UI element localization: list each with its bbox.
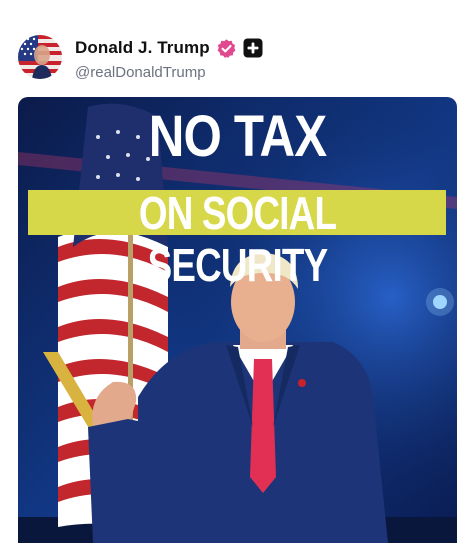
verified-badge-icon [216, 38, 237, 59]
post-header: Donald J. Trump @realDonaldTrump [18, 34, 458, 84]
author-info: Donald J. Trump @realDonaldTrump [75, 37, 263, 81]
headline-line-1: NO TAX [148, 104, 327, 169]
headline-line-2: ON SOCIAL SECURITY [138, 187, 337, 291]
author-handle[interactable]: @realDonaldTrump [75, 64, 263, 81]
author-avatar[interactable] [18, 35, 62, 79]
author-display-name[interactable]: Donald J. Trump [75, 38, 210, 58]
post-image[interactable]: NO TAX ON SOCIAL SECURITY [18, 97, 457, 543]
affiliate-plus-icon [243, 38, 263, 58]
author-name-row: Donald J. Trump [75, 37, 263, 59]
